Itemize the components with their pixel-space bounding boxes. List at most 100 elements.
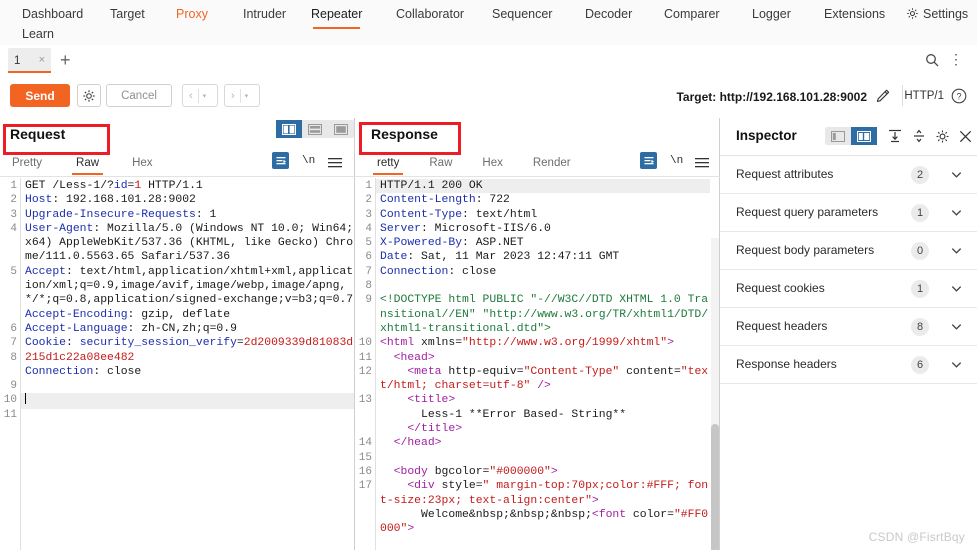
chevron-down-icon[interactable] xyxy=(950,206,963,219)
response-scroll-thumb[interactable] xyxy=(711,424,719,550)
chevron-down-icon[interactable] xyxy=(950,244,963,257)
menu-item-collaborator[interactable]: Collaborator xyxy=(396,3,464,26)
code-token: : text/html,application/xhtml+xml,applic… xyxy=(25,265,354,307)
inspector-section-request-query-parameters[interactable]: Request query parameters 1 xyxy=(720,194,977,232)
single-pane-icon[interactable] xyxy=(328,120,354,138)
menu-item-repeater[interactable]: Repeater xyxy=(311,3,362,29)
code-token: <body xyxy=(380,465,435,478)
inspector-section-request-headers[interactable]: Request headers 8 xyxy=(720,308,977,346)
request-editor[interactable]: 1 2 3 4 5 6 7 8 9 10 11 GET /Less-1/?id=1 HTTP/1.1… xyxy=(0,178,354,550)
newline-toggle[interactable]: \n xyxy=(670,155,683,167)
inspector-section-request-cookies[interactable]: Request cookies 1 xyxy=(720,270,977,308)
split-vertical-icon[interactable] xyxy=(276,120,302,138)
request-view-tabs: Pretty Raw Hex xyxy=(12,151,153,177)
inspector-section-response-headers[interactable]: Response headers 6 xyxy=(720,346,977,384)
code-line: Date: Sat, 11 Mar 2023 12:47:11 GMT xyxy=(376,250,710,264)
request-tab-pretty[interactable]: Pretty xyxy=(12,153,42,175)
request-code[interactable]: GET /Less-1/?id=1 HTTP/1.1 Host: 192.168.… xyxy=(21,178,354,550)
request-settings-button[interactable] xyxy=(77,84,101,107)
inspector-section-count: 1 xyxy=(911,280,929,298)
pencil-icon[interactable] xyxy=(875,88,891,104)
line-number xyxy=(355,522,372,536)
code-token: : 722 xyxy=(475,194,510,207)
expand-all-icon[interactable] xyxy=(910,127,928,145)
response-tab-raw[interactable]: Raw xyxy=(429,153,452,175)
code-token: > xyxy=(550,465,558,478)
code-token: Connection xyxy=(380,265,449,278)
send-button[interactable]: Send xyxy=(10,84,70,107)
response-view-tabs: retty Raw Hex Render xyxy=(372,151,571,177)
chevron-down-icon[interactable]: ▾ xyxy=(241,92,249,100)
response-scrollbar[interactable] xyxy=(711,238,719,550)
code-token: http-equiv= xyxy=(448,365,524,378)
menu-learn-label: Learn xyxy=(22,27,54,41)
line-number: 12 xyxy=(358,365,372,378)
cancel-button[interactable]: Cancel xyxy=(106,84,172,107)
response-tab-render[interactable]: Render xyxy=(533,153,571,175)
code-token: Date xyxy=(380,251,408,264)
code-token: "#000000" xyxy=(489,465,551,478)
request-tab-raw[interactable]: Raw xyxy=(72,153,104,175)
code-token: <!DOCTYPE html PUBLIC "-//W3C//DTD XHTML… xyxy=(380,294,709,335)
close-icon[interactable]: × xyxy=(39,55,45,66)
collapse-all-icon[interactable] xyxy=(886,127,904,145)
menu-item-logger[interactable]: Logger xyxy=(752,3,791,26)
request-tab-hex[interactable]: Hex xyxy=(132,153,152,175)
code-token: : 192.168.101.28:9002 xyxy=(52,194,196,207)
line-number: 1 xyxy=(365,180,372,192)
line-number xyxy=(0,250,17,264)
menu-item-sequencer[interactable]: Sequencer xyxy=(492,3,552,26)
next-request-button[interactable]: › ▾ xyxy=(224,84,260,107)
code-line: Content-Type: text/html xyxy=(376,208,710,222)
menu-item-label: Dashboard xyxy=(22,7,84,21)
http-version-label[interactable]: HTTP/1 xyxy=(904,90,944,102)
code-line: User-Agent: Mozilla/5.0 (Windows NT 10.0… xyxy=(21,222,354,265)
chevron-down-icon[interactable] xyxy=(950,358,963,371)
format-paragraph-icon[interactable] xyxy=(272,152,289,169)
newline-toggle[interactable]: \n xyxy=(302,155,315,167)
menu-item-learn[interactable]: Learn xyxy=(22,24,54,45)
code-line: <!DOCTYPE html PUBLIC "-//W3C//DTD XHTML… xyxy=(376,293,710,336)
gear-icon[interactable] xyxy=(933,127,951,145)
line-number: 8 xyxy=(365,280,372,293)
chevron-down-icon[interactable]: ▾ xyxy=(199,92,207,100)
previous-request-button[interactable]: ‹ ▾ xyxy=(182,84,218,107)
chevron-down-icon[interactable] xyxy=(950,320,963,333)
divider xyxy=(355,176,720,177)
hamburger-icon[interactable] xyxy=(328,156,342,168)
response-code[interactable]: HTTP/1.1 200 OK Content-Length: 722 Conten… xyxy=(376,178,710,550)
response-viewer[interactable]: 1 2 3 4 5 6 7 8 9 10 11 12 13 14 15 16 17 HTTP/1.1 200 O… xyxy=(355,178,719,550)
format-paragraph-icon[interactable] xyxy=(640,152,657,169)
inspector-wide-icon[interactable] xyxy=(851,127,877,145)
code-token: HTTP/1.1 xyxy=(141,180,203,192)
overflow-menu-icon[interactable]: ⋮ xyxy=(949,51,963,67)
add-tab-button[interactable]: + xyxy=(60,51,71,69)
menu-item-intruder[interactable]: Intruder xyxy=(243,3,286,26)
search-icon[interactable] xyxy=(925,53,939,67)
response-tab-hex[interactable]: Hex xyxy=(482,153,502,175)
line-number: 1 xyxy=(10,180,17,192)
menu-item-extensions[interactable]: Extensions xyxy=(824,3,885,26)
code-token: : text/html xyxy=(462,208,538,221)
hamburger-icon[interactable] xyxy=(695,156,709,168)
inspector-section-request-body-parameters[interactable]: Request body parameters 0 xyxy=(720,232,977,270)
menu-item-decoder[interactable]: Decoder xyxy=(585,3,632,26)
split-horizontal-icon[interactable] xyxy=(302,120,328,138)
inspector-section-label: Request headers xyxy=(736,319,828,333)
inspector-narrow-icon[interactable] xyxy=(825,127,851,145)
menu-item-target[interactable]: Target xyxy=(110,3,145,26)
menu-item-settings[interactable]: Settings xyxy=(906,3,968,26)
close-icon[interactable] xyxy=(956,127,974,145)
inspector-section-request-attributes[interactable]: Request attributes 2 xyxy=(720,156,977,194)
menu-item-comparer[interactable]: Comparer xyxy=(664,3,720,26)
code-line: Accept: text/html,application/xhtml+xml,… xyxy=(21,265,354,308)
chevron-down-icon[interactable] xyxy=(950,168,963,181)
repeater-tab-1[interactable]: 1 × xyxy=(8,48,51,73)
menu-item-proxy[interactable]: Proxy xyxy=(176,3,208,26)
response-tab-retty[interactable]: retty xyxy=(372,153,404,175)
code-token: HTTP/1.1 200 OK xyxy=(380,180,483,192)
chevron-down-icon[interactable] xyxy=(950,282,963,295)
code-token: > xyxy=(407,523,415,536)
help-circle-icon[interactable]: ? xyxy=(951,88,967,104)
